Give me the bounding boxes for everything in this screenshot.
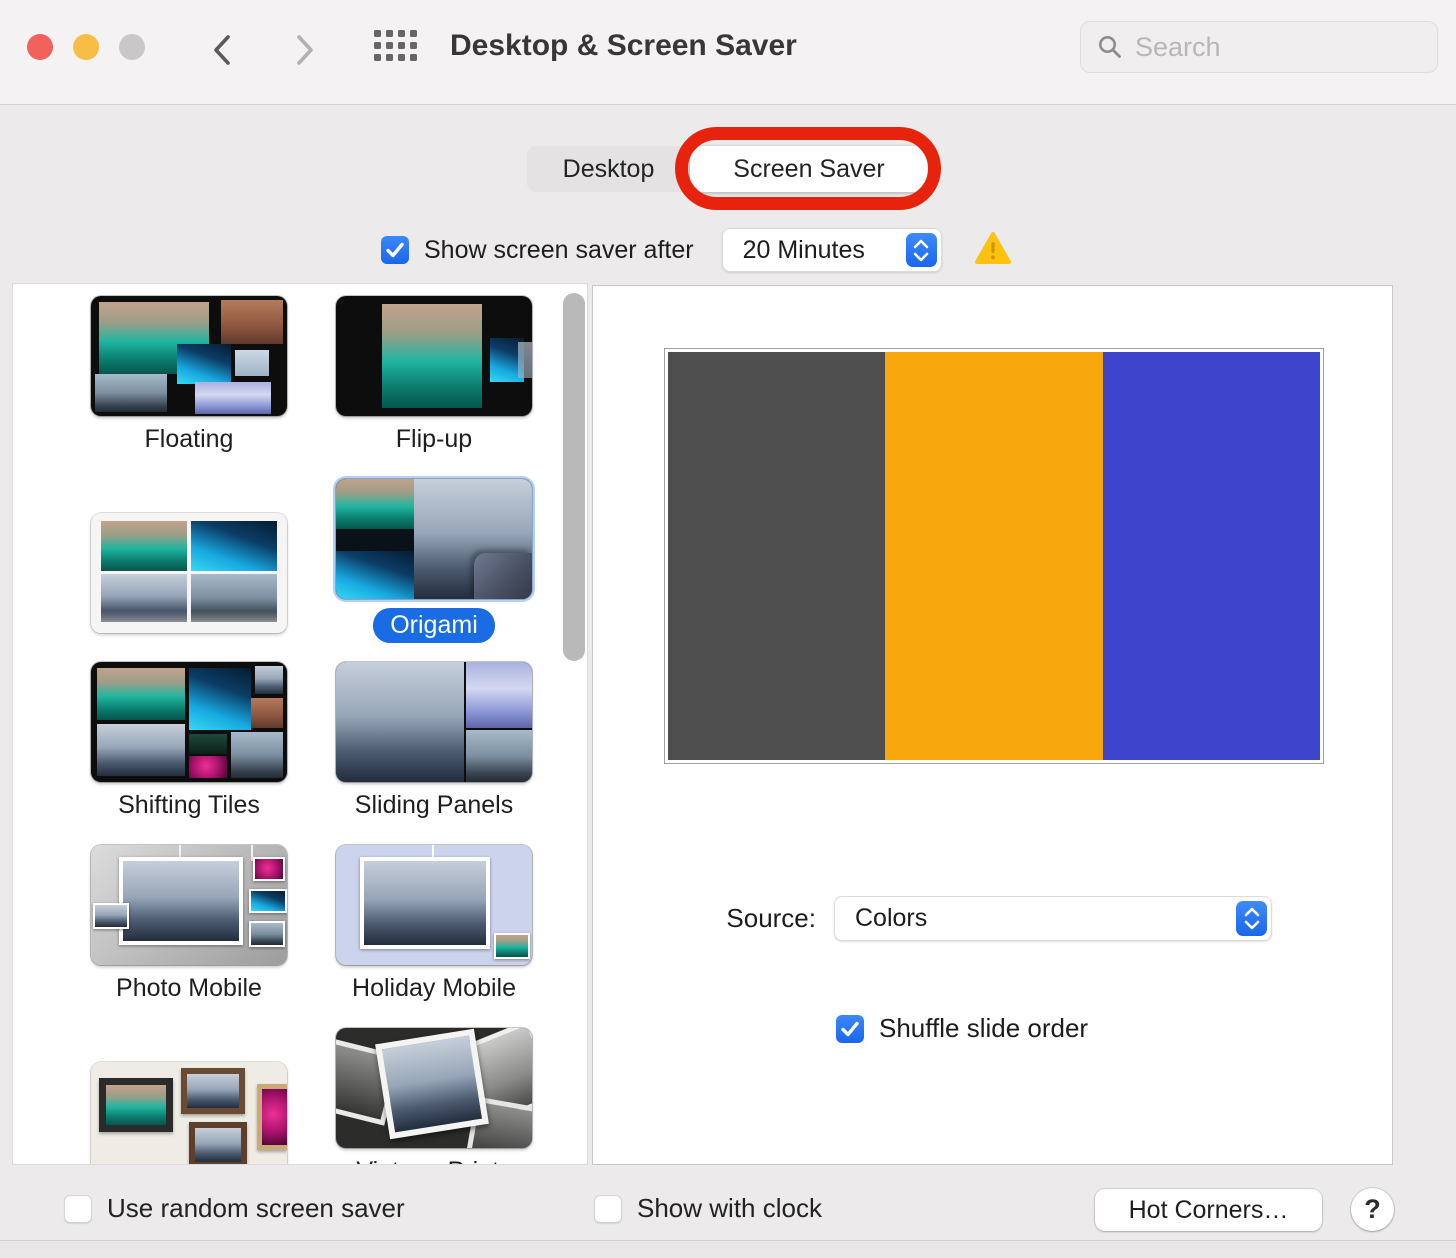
minimize-window-button[interactable] xyxy=(73,34,99,60)
chevron-left-icon xyxy=(209,33,235,67)
saver-label: Photo Mobile xyxy=(116,974,262,1003)
shifting-tiles-thumbnail xyxy=(91,662,287,782)
checkmark-icon xyxy=(840,1020,860,1038)
preview-color-bar-blue xyxy=(1103,352,1320,760)
flip-up-thumbnail xyxy=(336,296,532,416)
tab-desktop-label: Desktop xyxy=(563,155,655,184)
photo-mobile-thumbnail xyxy=(91,845,287,965)
close-window-button[interactable] xyxy=(27,34,53,60)
hot-corners-label: Hot Corners… xyxy=(1129,1196,1289,1225)
window-title: Desktop & Screen Saver xyxy=(450,29,797,63)
holiday-mobile-thumbnail xyxy=(336,845,532,965)
shuffle-row: Shuffle slide order xyxy=(836,1013,1088,1044)
saver-label: Vintage Prints xyxy=(356,1157,511,1165)
vintage-prints-thumbnail xyxy=(336,1028,532,1148)
saver-item-vintage-prints[interactable]: Vintage Prints xyxy=(336,1028,532,1165)
help-button[interactable]: ? xyxy=(1351,1188,1394,1231)
title-bar: Desktop & Screen Saver xyxy=(0,0,1456,105)
saver-label-selected: Origami xyxy=(373,608,495,643)
chevron-right-icon xyxy=(292,33,318,67)
checkmark-icon xyxy=(385,241,405,259)
screen-saver-list: Floating Flip-up Reflections xyxy=(12,283,588,1165)
saver-item-floating[interactable]: Floating xyxy=(91,296,287,454)
saver-label: Sliding Panels xyxy=(355,791,513,820)
source-label: Source: xyxy=(593,896,816,941)
search-input[interactable] xyxy=(1135,32,1421,63)
shuffle-checkbox[interactable] xyxy=(836,1015,864,1043)
sliding-panels-thumbnail xyxy=(336,662,532,782)
tab-desktop[interactable]: Desktop xyxy=(527,146,690,192)
use-random-label: Use random screen saver xyxy=(107,1193,405,1224)
saver-item-reflections[interactable]: Reflections xyxy=(91,479,287,637)
saver-label: Floating xyxy=(145,425,234,454)
source-row: Source: Colors xyxy=(593,896,1394,941)
idle-delay-row: Show screen saver after 20 Minutes xyxy=(381,228,1012,272)
floating-thumbnail xyxy=(91,296,287,416)
forward-button[interactable] xyxy=(288,30,322,70)
saver-label: Flip-up xyxy=(396,425,472,454)
saver-item-origami[interactable]: Origami xyxy=(336,479,532,643)
list-scrollbar[interactable] xyxy=(563,293,585,661)
preview-panel: Source: Colors Shuffle slide order xyxy=(592,285,1393,1165)
idle-delay-value: 20 Minutes xyxy=(723,236,865,265)
show-clock-row: Show with clock xyxy=(594,1193,822,1224)
show-all-grid-icon[interactable] xyxy=(374,30,416,66)
shuffle-label: Shuffle slide order xyxy=(879,1013,1088,1044)
use-random-checkbox[interactable] xyxy=(64,1195,92,1223)
back-button[interactable] xyxy=(205,30,239,70)
preview-color-bar-gray xyxy=(668,352,885,760)
stepper-icon xyxy=(906,233,937,267)
screen-saver-preview xyxy=(664,348,1324,764)
photo-wall-thumbnail xyxy=(91,1062,287,1165)
saver-item-photo-wall[interactable]: Photo Wall xyxy=(91,1028,287,1165)
zoom-window-button xyxy=(119,34,145,60)
saver-item-photo-mobile[interactable]: Photo Mobile xyxy=(91,845,287,1003)
stepper-icon xyxy=(1236,901,1267,936)
reflections-thumbnail xyxy=(91,513,287,633)
saver-item-shifting-tiles[interactable]: Shifting Tiles xyxy=(91,662,287,820)
show-clock-checkbox[interactable] xyxy=(594,1195,622,1223)
use-random-row: Use random screen saver xyxy=(64,1193,405,1224)
window-bottom-edge xyxy=(0,1240,1456,1258)
show-screen-saver-label: Show screen saver after xyxy=(424,236,694,265)
saver-item-holiday-mobile[interactable]: Holiday Mobile xyxy=(336,845,532,1003)
hot-corners-button[interactable]: Hot Corners… xyxy=(1095,1189,1322,1231)
tab-screen-saver[interactable]: Screen Saver xyxy=(690,146,928,192)
tab-screen-saver-label: Screen Saver xyxy=(733,155,884,184)
show-clock-label: Show with clock xyxy=(637,1193,822,1224)
search-icon xyxy=(1097,34,1123,60)
saver-label: Shifting Tiles xyxy=(118,791,260,820)
saver-item-sliding-panels[interactable]: Sliding Panels xyxy=(336,662,532,820)
search-field[interactable] xyxy=(1080,21,1438,73)
saver-label: Holiday Mobile xyxy=(352,974,516,1003)
show-screen-saver-checkbox[interactable] xyxy=(381,236,409,264)
source-value: Colors xyxy=(835,904,927,933)
warning-icon xyxy=(974,231,1012,270)
source-dropdown[interactable]: Colors xyxy=(834,896,1272,941)
question-mark-icon: ? xyxy=(1364,1194,1381,1225)
preferences-window: Desktop & Screen Saver Desktop Screen Sa… xyxy=(0,0,1456,1258)
origami-thumbnail xyxy=(336,479,532,599)
idle-delay-dropdown[interactable]: 20 Minutes xyxy=(722,228,942,272)
saver-item-flip-up[interactable]: Flip-up xyxy=(336,296,532,454)
preview-color-bar-orange xyxy=(885,352,1102,760)
